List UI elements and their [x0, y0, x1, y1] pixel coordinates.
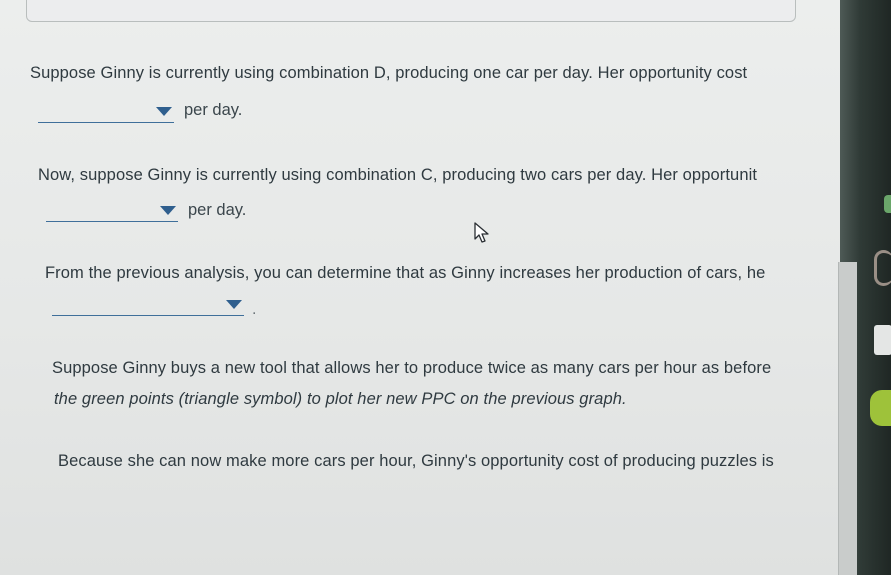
- question-4-line-1: Suppose Ginny buys a new tool that allow…: [52, 359, 772, 377]
- question-page: Suppose Ginny is currently using combina…: [0, 0, 840, 575]
- question-2-text: Now, suppose Ginny is currently using co…: [38, 166, 758, 184]
- question-1-text: Suppose Ginny is currently using combina…: [30, 64, 748, 82]
- edge-icon-c: [870, 390, 891, 426]
- mouse-pointer-icon: [474, 222, 489, 243]
- question-5-text: Because she can now make more cars per h…: [58, 452, 774, 470]
- edge-icon-a: [874, 250, 891, 286]
- previous-answer-box: [26, 0, 796, 22]
- edge-icon-d: [884, 195, 891, 213]
- scrollbar[interactable]: [838, 262, 857, 575]
- question-1-suffix: per day.: [184, 101, 243, 119]
- question-2-dropdown[interactable]: [46, 203, 178, 222]
- question-3-suffix: .: [252, 301, 257, 318]
- chevron-down-icon: [226, 300, 242, 309]
- chevron-down-icon: [156, 107, 172, 116]
- question-1-dropdown[interactable]: [38, 104, 174, 123]
- chevron-down-icon: [160, 206, 176, 215]
- question-2-suffix: per day.: [188, 201, 247, 219]
- edge-icon-b: [874, 325, 891, 355]
- question-3-dropdown[interactable]: [52, 297, 244, 316]
- question-4-line-2: the green points (triangle symbol) to pl…: [54, 390, 627, 408]
- question-3-text: From the previous analysis, you can dete…: [45, 264, 766, 282]
